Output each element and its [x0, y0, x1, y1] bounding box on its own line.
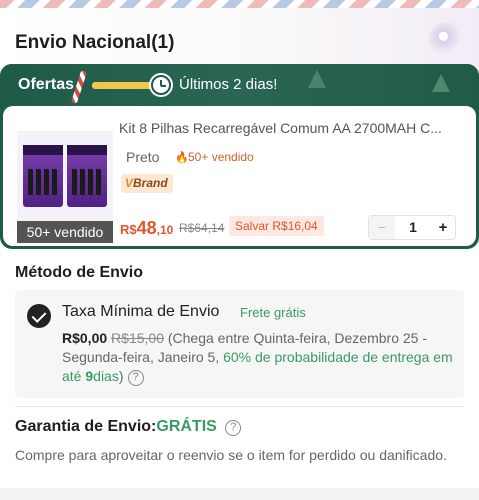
shipping-option-name: Taxa Mínima de Envio — [62, 303, 220, 320]
page-title: Envio Nacional(1) — [15, 32, 175, 53]
tree-icon — [432, 74, 450, 92]
divider — [15, 406, 464, 407]
help-icon[interactable]: ? — [225, 420, 242, 436]
decrease-quantity-button[interactable]: − — [369, 216, 395, 239]
offer-banner: Ofertas Últimos 2 dias! — [0, 64, 479, 106]
current-price: R$48,10 — [120, 218, 174, 238]
increase-quantity-button[interactable]: + — [431, 216, 455, 239]
guarantee-description: Compre para aproveitar o reenvio se o it… — [15, 447, 447, 463]
decoration-ornament-icon — [429, 22, 465, 58]
product-variant[interactable]: Preto — [126, 149, 159, 165]
shipping-method-title: Método de Envio — [15, 264, 143, 281]
airmail-border — [0, 0, 479, 8]
offer-label: Ofertas — [18, 76, 75, 93]
offer-progress-fill — [92, 82, 152, 89]
free-shipping-tag: Frete grátis — [240, 305, 306, 320]
clock-icon — [151, 75, 171, 95]
shipping-price: R$0,00 — [62, 330, 108, 346]
offer-card: Ofertas Últimos 2 dias! 50+ vendido Kit … — [0, 64, 479, 249]
shipping-header: Envio Nacional(1) — [0, 8, 479, 72]
guarantee-status: GRÁTIS — [156, 418, 217, 435]
image-sold-badge: 50+ vendido — [17, 221, 113, 243]
help-icon[interactable]: ? — [127, 370, 144, 386]
shipping-old-price: R$15,00 — [111, 330, 164, 346]
fire-icon: 🔥 — [175, 152, 189, 164]
original-price: R$64,14 — [179, 221, 225, 235]
battery-pack-icon — [67, 145, 107, 207]
checkmark-icon[interactable] — [27, 304, 51, 328]
shipping-option[interactable]: Taxa Mínima de Envio Frete grátis R$0,00… — [15, 290, 464, 398]
product-item[interactable]: 50+ vendido Kit 8 Pilhas Recarregável Co… — [3, 106, 476, 246]
battery-pack-icon — [23, 145, 63, 207]
savings-badge: Salvar R$16,04 — [229, 216, 324, 236]
product-title[interactable]: Kit 8 Pilhas Recarregável Comum AA 2700M… — [119, 120, 464, 136]
quantity-value[interactable]: 1 — [395, 216, 431, 239]
shipping-details: R$0,00 R$15,00 (Chega entre Quinta-feira… — [62, 330, 453, 386]
offer-timer: Últimos 2 dias! — [179, 76, 278, 93]
tree-icon — [308, 70, 326, 88]
brand-badge: VBrand — [121, 174, 173, 193]
shipping-guarantee-title: Garantia de Envio:GRÁTIS ? — [15, 418, 242, 436]
quantity-stepper: − 1 + — [368, 215, 456, 240]
sold-count: 50+ vendido — [188, 150, 254, 164]
bottom-bar — [0, 488, 479, 500]
